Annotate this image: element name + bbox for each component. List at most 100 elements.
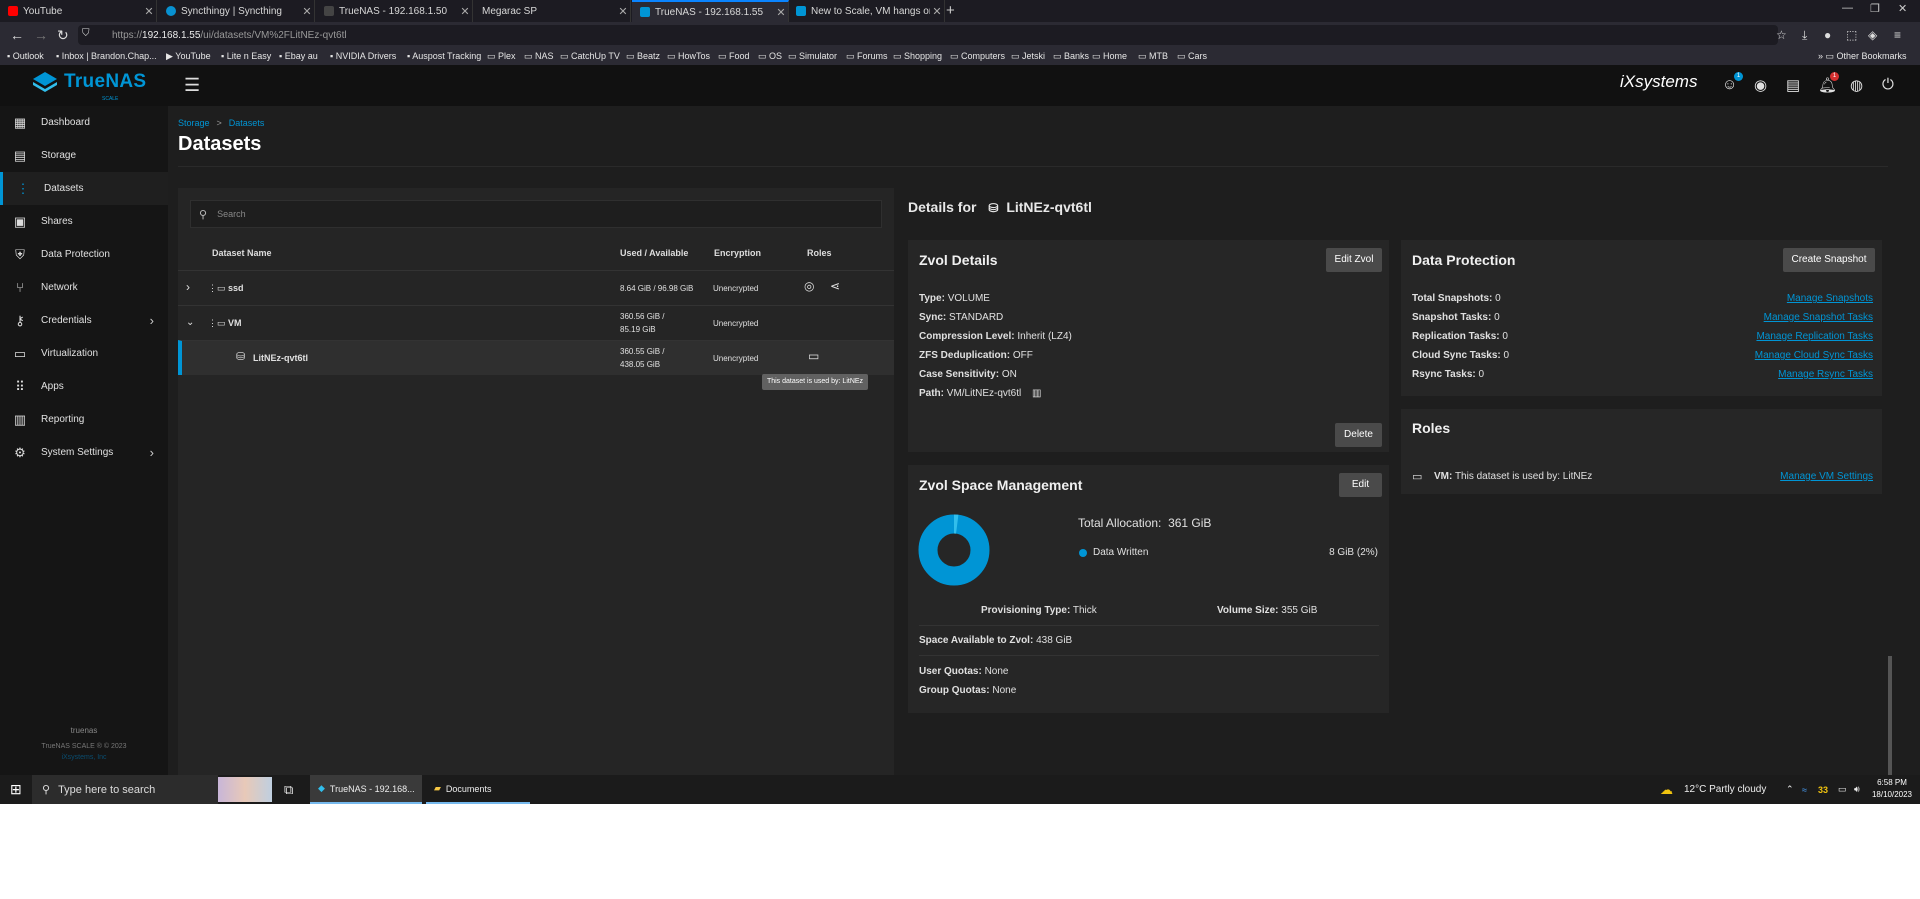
column-header-used[interactable]: Used / Available: [620, 248, 688, 258]
bookmark-item[interactable]: ▭ Food: [718, 51, 750, 62]
close-icon[interactable]: ✕: [774, 6, 788, 19]
manage-replication-tasks-link[interactable]: Manage Replication Tasks: [1756, 331, 1873, 342]
bookmark-item[interactable]: ▪ Ebay au: [279, 51, 318, 61]
bookmark-item[interactable]: ▭ Home: [1092, 51, 1127, 62]
power-icon[interactable]: ⏻: [1882, 76, 1894, 93]
sidebar-item-storage[interactable]: ▤ Storage: [0, 139, 168, 172]
edit-zvol-button[interactable]: Edit Zvol: [1326, 248, 1382, 272]
bookmark-item[interactable]: ▶ YouTube: [166, 51, 211, 62]
table-row[interactable]: › ⋮▭ ssd 8.64 GiB / 96.98 GiB Unencrypte…: [178, 270, 894, 305]
bookmark-item[interactable]: ▭ Computers: [950, 51, 1005, 62]
bookmark-item[interactable]: ▪ NVIDIA Drivers: [330, 51, 396, 61]
sidebar-item-virtualization[interactable]: ▭ Virtualization: [0, 337, 168, 370]
truenas-logo[interactable]: TrueNAS SCALE: [32, 71, 146, 102]
bookmark-item[interactable]: ▭ Cars: [1177, 51, 1207, 62]
bookmark-item[interactable]: ▪ Auspost Tracking: [407, 51, 481, 61]
company-link[interactable]: iXsystems, Inc: [0, 754, 168, 761]
taskbar-app-firefox[interactable]: ◆ TrueNAS - 192.168...: [310, 775, 422, 804]
sidebar-item-shares[interactable]: ▣ Shares: [0, 205, 168, 238]
download-icon[interactable]: ⤓: [1802, 28, 1807, 43]
bookmark-item[interactable]: ▭ Jetski: [1011, 51, 1045, 62]
bookmark-item[interactable]: ▭ Banks: [1053, 51, 1089, 62]
chevron-right-icon[interactable]: ›: [186, 281, 190, 294]
bookmark-item[interactable]: ▭ Simulator: [788, 51, 837, 62]
weather-text[interactable]: 12°C Partly cloudy: [1684, 775, 1766, 804]
manage-snapshots-link[interactable]: Manage Snapshots: [1787, 293, 1873, 304]
delete-button[interactable]: Delete: [1335, 423, 1382, 447]
hamburger-menu-icon[interactable]: ☰: [184, 75, 200, 96]
sidebar-item-reporting[interactable]: ▥ Reporting: [0, 403, 168, 436]
weather-icon[interactable]: ☁: [1660, 775, 1673, 804]
bookmark-item[interactable]: ▭ Plex: [487, 51, 516, 62]
account-icon[interactable]: ◍: [1850, 76, 1863, 94]
bookmark-item[interactable]: ▭ Beatz: [626, 51, 660, 62]
bookmark-item[interactable]: ▪ Lite n Easy: [221, 51, 271, 61]
bookmark-item[interactable]: ▭ NAS: [524, 51, 554, 62]
extensions-icon[interactable]: ⬚: [1846, 28, 1857, 42]
truecommand-icon[interactable]: ◉: [1754, 76, 1767, 94]
temp-badge[interactable]: 33: [1818, 775, 1828, 804]
breadcrumb-storage[interactable]: Storage: [178, 118, 210, 128]
clock[interactable]: 6:58 PM 18/10/2023: [1866, 777, 1918, 802]
bookmark-item[interactable]: ▪ Inbox | Brandon.Chap...: [56, 51, 157, 61]
edit-space-button[interactable]: Edit: [1339, 473, 1382, 497]
close-icon[interactable]: ✕: [300, 5, 314, 18]
manage-snapshot-tasks-link[interactable]: Manage Snapshot Tasks: [1764, 312, 1873, 323]
bookmark-item[interactable]: ▭ CatchUp TV: [560, 51, 620, 62]
tab-youtube[interactable]: YouTube ✕: [0, 0, 157, 22]
bookmark-star-icon[interactable]: ☆: [1776, 28, 1787, 42]
url-bar[interactable]: https://192.168.1.55/ui/datasets/VM%2FLi…: [78, 25, 1778, 45]
new-tab-icon[interactable]: +: [946, 2, 955, 19]
column-header-roles[interactable]: Roles: [807, 248, 832, 258]
taskbar-search[interactable]: ⚲ Type here to search: [32, 775, 218, 804]
forward-icon[interactable]: →: [34, 27, 48, 43]
sidebar-item-credentials[interactable]: ⚷ Credentials ›: [0, 304, 168, 337]
close-window-icon[interactable]: ✕: [1898, 2, 1907, 15]
sidebar-item-system-settings[interactable]: ⚙ System Settings ›: [0, 436, 168, 469]
minimize-icon[interactable]: —: [1842, 2, 1853, 14]
tab-forum[interactable]: New to Scale, VM hangs on boo ✕: [788, 0, 945, 22]
bookmark-item[interactable]: ▭ Shopping: [893, 51, 942, 62]
copy-icon[interactable]: ▥: [1032, 388, 1041, 399]
scrollbar-thumb[interactable]: [1888, 656, 1892, 776]
bookmark-item[interactable]: ▭ Forums: [846, 51, 888, 62]
chevron-down-icon[interactable]: ⌄: [186, 316, 194, 329]
tab-syncthing[interactable]: Syncthingy | Syncthing ✕: [158, 0, 315, 22]
sidebar-item-data-protection[interactable]: ⛨ Data Protection: [0, 238, 168, 271]
close-icon[interactable]: ✕: [142, 5, 156, 18]
sidebar-item-dashboard[interactable]: ▦ Dashboard: [0, 106, 168, 139]
close-icon[interactable]: ✕: [616, 5, 630, 18]
sidebar-item-apps[interactable]: ⠿ Apps: [0, 370, 168, 403]
addon-icon[interactable]: ◈: [1868, 28, 1877, 42]
laptop-icon[interactable]: ▭: [808, 350, 819, 363]
column-header-encryption[interactable]: Encryption: [714, 248, 761, 258]
tab-truenas-55[interactable]: TrueNAS - 192.168.1.55 ✕: [632, 0, 789, 22]
create-snapshot-button[interactable]: Create Snapshot: [1783, 248, 1875, 272]
app-tray-icon[interactable]: ≈: [1802, 775, 1807, 804]
task-view-icon[interactable]: ⧉: [284, 775, 293, 804]
bookmark-item[interactable]: ▪ Outlook: [7, 51, 44, 61]
close-icon[interactable]: ✕: [458, 5, 472, 18]
back-icon[interactable]: ←: [10, 27, 24, 43]
bookmark-item[interactable]: ▭ HowTos: [667, 51, 710, 62]
column-header-name[interactable]: Dataset Name: [212, 248, 272, 258]
scrollbar[interactable]: [1886, 236, 1894, 776]
network-icon[interactable]: ▭: [1838, 775, 1847, 804]
other-bookmarks[interactable]: » ▭ Other Bookmarks: [1818, 51, 1907, 62]
table-row[interactable]: ⌄ ⋮▭ VM 360.56 GiB / 85.19 GiB Unencrypt…: [178, 305, 894, 340]
account-icon[interactable]: ●: [1824, 28, 1831, 42]
taskbar-app-explorer[interactable]: ▰ Documents: [426, 775, 530, 804]
bookmark-item[interactable]: ▭ MTB: [1138, 51, 1168, 62]
tab-megarac[interactable]: Megarac SP ✕: [474, 0, 631, 22]
maximize-icon[interactable]: ❐: [1870, 2, 1880, 15]
chevron-up-icon[interactable]: ⌃: [1786, 775, 1794, 804]
manage-vm-settings-link[interactable]: Manage VM Settings: [1780, 471, 1873, 482]
close-icon[interactable]: ✕: [930, 5, 944, 18]
shield-icon[interactable]: ⛉: [82, 28, 90, 39]
table-row-selected[interactable]: ⛁ LitNEz-qvt6tl 360.55 GiB / 438.05 GiB …: [178, 340, 894, 375]
reload-icon[interactable]: ↻: [57, 27, 69, 44]
windows-start-icon[interactable]: ⊞: [10, 781, 22, 798]
tab-truenas-50[interactable]: TrueNAS - 192.168.1.50 ✕: [316, 0, 473, 22]
breadcrumb-datasets[interactable]: Datasets: [229, 118, 265, 128]
menu-icon[interactable]: ≡: [1894, 28, 1901, 42]
